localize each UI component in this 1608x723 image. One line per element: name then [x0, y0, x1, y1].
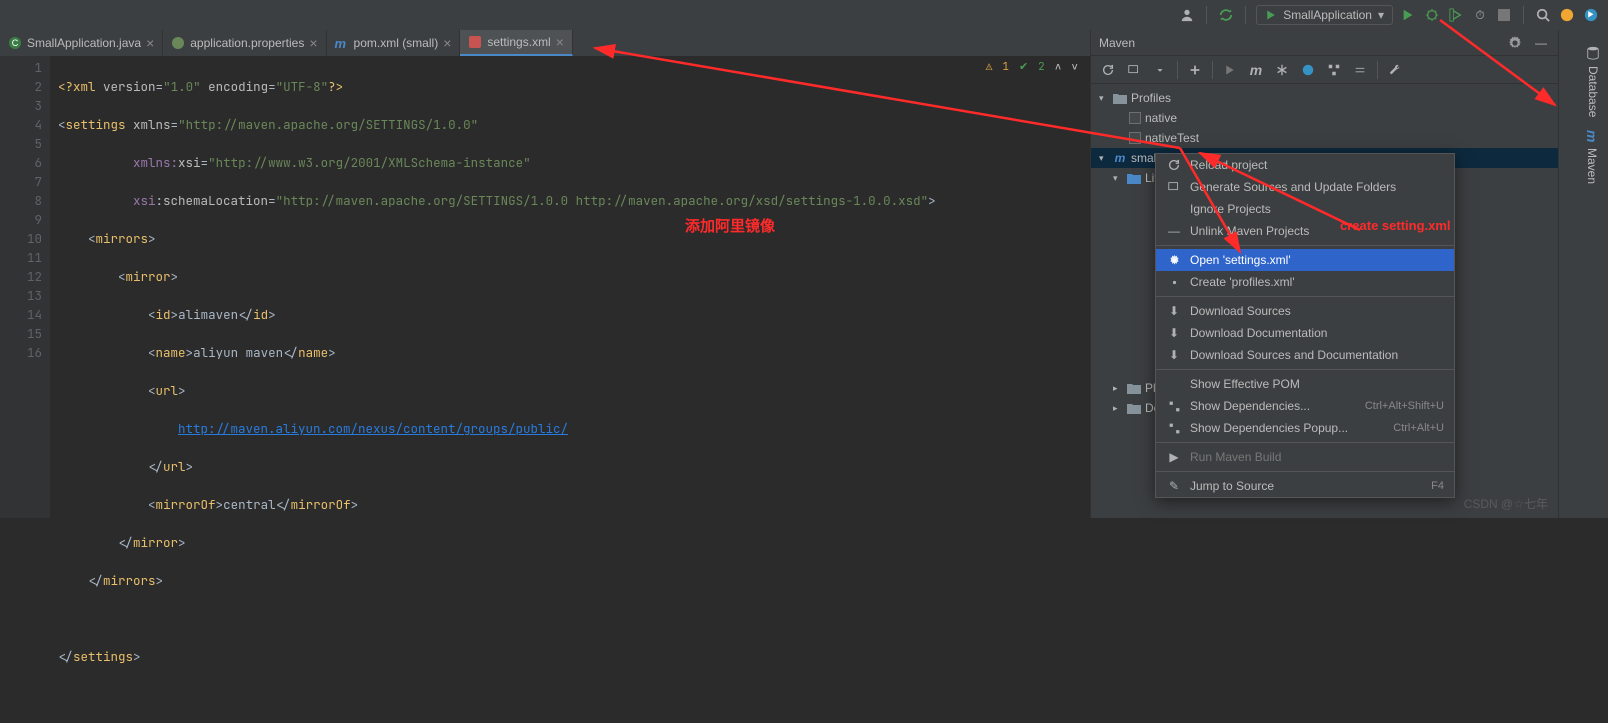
- ctx-jump[interactable]: ✎Jump to SourceF4: [1156, 475, 1454, 497]
- search-icon[interactable]: [1534, 6, 1552, 24]
- collapse-icon[interactable]: [1349, 59, 1371, 81]
- ide-errors-icon[interactable]: [1582, 6, 1600, 24]
- tab-label: SmallApplication.java: [27, 36, 141, 50]
- debug-button[interactable]: [1423, 6, 1441, 24]
- svg-text:C: C: [12, 38, 19, 48]
- close-icon[interactable]: ×: [443, 35, 451, 51]
- maven-project-icon: m: [1113, 151, 1127, 165]
- ctx-generate[interactable]: Generate Sources and Update Folders: [1156, 176, 1454, 198]
- folder-icon: [1127, 401, 1141, 415]
- checkbox[interactable]: [1129, 132, 1141, 144]
- code-content[interactable]: <?xml version="1.0" encoding="UTF-8"?> <…: [50, 56, 1090, 518]
- run-config-label: SmallApplication: [1283, 8, 1372, 22]
- coverage-button[interactable]: [1447, 6, 1465, 24]
- maven-file-icon: m: [335, 36, 349, 50]
- ctx-ignore[interactable]: Ignore Projects: [1156, 198, 1454, 220]
- chevron-up-icon[interactable]: ∧: [1055, 58, 1062, 77]
- toggle-offline-icon[interactable]: [1271, 59, 1293, 81]
- ctx-download-both[interactable]: ⬇Download Sources and Documentation: [1156, 344, 1454, 366]
- tab-pom-xml[interactable]: m pom.xml (small) ×: [327, 30, 461, 56]
- maven-title: Maven: [1099, 36, 1135, 50]
- ctx-effective-pom[interactable]: Show Effective POM: [1156, 373, 1454, 395]
- ctx-unlink[interactable]: —Unlink Maven Projects: [1156, 220, 1454, 242]
- run-config-selector[interactable]: SmallApplication ▾: [1256, 5, 1393, 25]
- reload-icon[interactable]: [1097, 59, 1119, 81]
- maven-header: Maven —: [1091, 30, 1558, 56]
- main-toolbar: SmallApplication ▾ ⏱: [0, 0, 1608, 30]
- tree-native[interactable]: native: [1091, 108, 1558, 128]
- maven-toolbar: m: [1091, 56, 1558, 84]
- ctx-create-profiles[interactable]: Create 'profiles.xml': [1156, 271, 1454, 293]
- chevron-down-icon[interactable]: ∨: [1071, 58, 1078, 77]
- context-menu: Reload project Generate Sources and Upda…: [1155, 153, 1455, 498]
- close-icon[interactable]: ×: [556, 34, 564, 50]
- tab-label: settings.xml: [487, 35, 550, 49]
- watermark: CSDN @☆七年: [1464, 495, 1548, 512]
- ctx-reload[interactable]: Reload project: [1156, 154, 1454, 176]
- right-tool-strip: Database m Maven: [1558, 30, 1608, 518]
- tree-profiles[interactable]: ▾Profiles: [1091, 88, 1558, 108]
- tab-label: pom.xml (small): [354, 36, 439, 50]
- gear-icon: [1166, 276, 1182, 289]
- properties-icon: [171, 36, 185, 50]
- graph-icon: [1166, 422, 1182, 435]
- tab-small-application[interactable]: C SmallApplication.java ×: [0, 30, 163, 56]
- folder-icon: [1127, 381, 1141, 395]
- edit-icon: ✎: [1166, 479, 1182, 493]
- ctx-download-docs[interactable]: ⬇Download Documentation: [1156, 322, 1454, 344]
- gear-icon[interactable]: [1506, 34, 1524, 52]
- tab-settings-xml[interactable]: settings.xml ×: [460, 30, 573, 56]
- minimize-icon[interactable]: —: [1532, 34, 1550, 52]
- ctx-run-build: ▶Run Maven Build: [1156, 446, 1454, 468]
- ide-updates-icon[interactable]: [1558, 6, 1576, 24]
- wrench-icon[interactable]: [1384, 59, 1406, 81]
- show-deps-icon[interactable]: [1323, 59, 1345, 81]
- minus-icon: —: [1166, 224, 1182, 238]
- maven-m-icon: m: [1584, 130, 1600, 142]
- warning-icon: ⚠: [986, 58, 993, 77]
- ctx-download-sources[interactable]: ⬇Download Sources: [1156, 300, 1454, 322]
- gear-icon: [1166, 254, 1182, 267]
- editor[interactable]: 1234 5678 9101112 13141516 <?xml version…: [0, 56, 1090, 518]
- folder-icon: [1127, 171, 1141, 185]
- close-icon[interactable]: ×: [309, 35, 317, 51]
- close-icon[interactable]: ×: [146, 35, 154, 51]
- editor-tabs: C SmallApplication.java × application.pr…: [0, 30, 1090, 56]
- generate-icon: [1166, 180, 1182, 194]
- download-icon: ⬇: [1166, 304, 1182, 318]
- graph-icon: [1166, 400, 1182, 413]
- ok-icon: ✔: [1019, 58, 1028, 77]
- reload-icon: [1166, 158, 1182, 172]
- ctx-show-deps[interactable]: Show Dependencies...Ctrl+Alt+Shift+U: [1156, 395, 1454, 417]
- maven-m-icon[interactable]: m: [1245, 59, 1267, 81]
- generate-icon[interactable]: [1123, 59, 1145, 81]
- tab-application-properties[interactable]: application.properties ×: [163, 30, 326, 56]
- maven-tool-tab[interactable]: m Maven: [1580, 120, 1604, 194]
- toggle-skip-tests-icon[interactable]: [1297, 59, 1319, 81]
- stop-button[interactable]: [1495, 6, 1513, 24]
- download-icon[interactable]: [1149, 59, 1171, 81]
- download-icon: ⬇: [1166, 326, 1182, 340]
- dropdown-icon: ▾: [1378, 8, 1384, 22]
- java-class-icon: C: [8, 36, 22, 50]
- gutter: 1234 5678 9101112 13141516: [0, 56, 50, 518]
- ctx-show-deps-popup[interactable]: Show Dependencies Popup...Ctrl+Alt+U: [1156, 417, 1454, 439]
- xml-file-icon: [468, 35, 482, 49]
- checkbox[interactable]: [1129, 112, 1141, 124]
- profile-button[interactable]: ⏱: [1471, 6, 1489, 24]
- folder-icon: [1113, 91, 1127, 105]
- tree-native-test[interactable]: nativeTest: [1091, 128, 1558, 148]
- sync-icon[interactable]: [1217, 6, 1235, 24]
- run-button[interactable]: [1399, 6, 1417, 24]
- play-icon: ▶: [1166, 450, 1182, 464]
- add-icon[interactable]: [1184, 59, 1206, 81]
- database-tool-tab[interactable]: Database: [1582, 36, 1604, 127]
- ctx-open-settings[interactable]: Open 'settings.xml': [1156, 249, 1454, 271]
- inspection-widget[interactable]: ⚠1 ✔2 ∧ ∨: [986, 58, 1078, 77]
- run-maven-icon[interactable]: [1219, 59, 1241, 81]
- download-icon: ⬇: [1166, 348, 1182, 362]
- user-icon[interactable]: [1178, 6, 1196, 24]
- tab-label: application.properties: [190, 36, 304, 50]
